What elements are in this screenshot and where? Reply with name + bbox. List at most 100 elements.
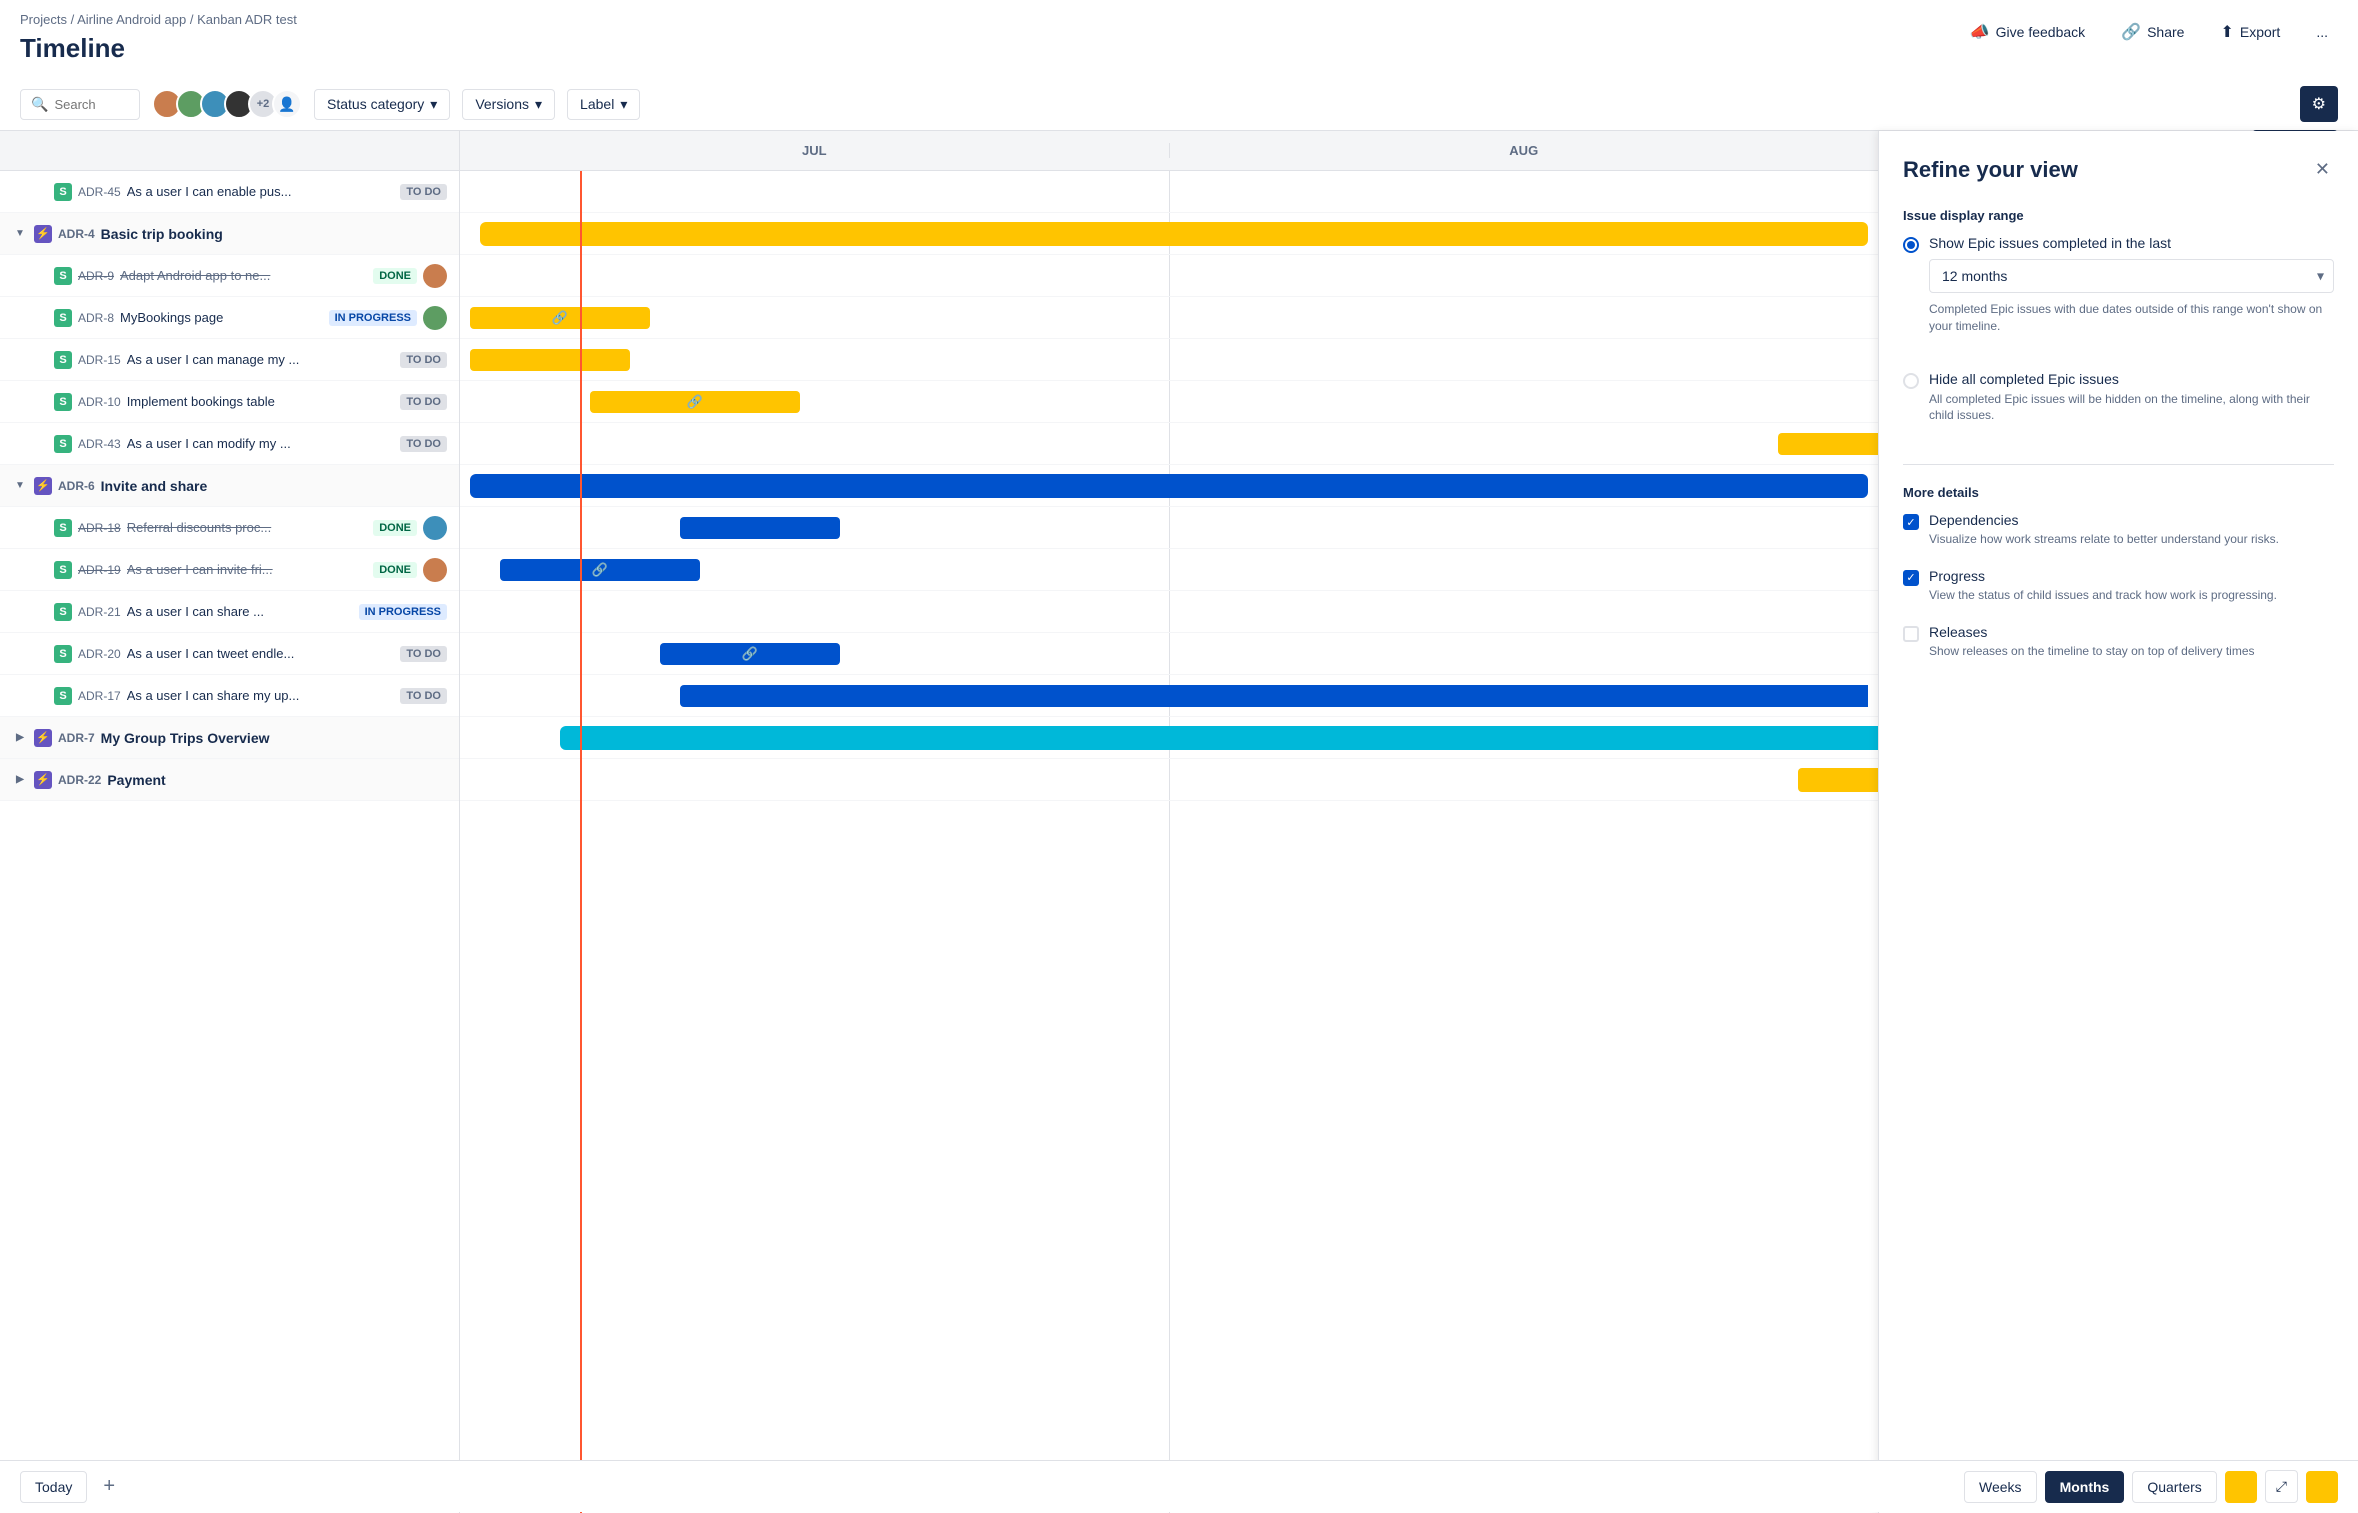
table-row[interactable]: ▶ ⚡ ADR-7 My Group Trips Overview bbox=[0, 717, 459, 759]
table-row[interactable]: ▶ S ADR-17 As a user I can share my up..… bbox=[0, 675, 459, 717]
breadcrumb-projects[interactable]: Projects bbox=[20, 12, 67, 27]
months-button[interactable]: Months bbox=[2045, 1471, 2125, 1503]
checkbox-progress-option[interactable]: ✓ Progress View the status of child issu… bbox=[1903, 568, 2334, 604]
table-row[interactable]: ▶ S ADR-45 As a user I can enable pus...… bbox=[0, 171, 459, 213]
radio-button-hide-epic[interactable] bbox=[1903, 373, 1919, 389]
status-badge: IN PROGRESS bbox=[329, 310, 417, 326]
gantt-row[interactable] bbox=[460, 213, 1878, 255]
checkbox-dependencies[interactable]: ✓ bbox=[1903, 514, 1919, 530]
table-row[interactable]: ▶ S ADR-19 As a user I can invite fri...… bbox=[0, 549, 459, 591]
radio-button-show-epic[interactable] bbox=[1903, 237, 1919, 253]
issue-name: Invite and share bbox=[101, 478, 447, 494]
story-icon: S bbox=[54, 183, 72, 201]
table-row[interactable]: ▶ S ADR-9 Adapt Android app to ne... DON… bbox=[0, 255, 459, 297]
radio-label-hide-epic: Hide all completed Epic issues bbox=[1929, 371, 2334, 387]
gantt-bar[interactable] bbox=[680, 517, 840, 539]
gantt-bar[interactable]: 🔗 bbox=[590, 391, 800, 413]
search-box[interactable]: 🔍 bbox=[20, 89, 140, 120]
story-icon: S bbox=[54, 519, 72, 537]
gantt-row[interactable] bbox=[460, 423, 1878, 465]
export-button[interactable]: ⬆ Export bbox=[2210, 16, 2290, 48]
gantt-row[interactable] bbox=[460, 591, 1878, 633]
expand-button[interactable]: ▼ bbox=[12, 478, 28, 494]
issue-id: ADR-4 bbox=[58, 227, 95, 241]
color-button[interactable] bbox=[2225, 1471, 2257, 1503]
gantt-bar[interactable] bbox=[1798, 768, 1878, 792]
other-color-button[interactable] bbox=[2306, 1471, 2338, 1503]
gantt-row[interactable] bbox=[460, 465, 1878, 507]
gantt-bar[interactable]: 🔗 bbox=[660, 643, 840, 665]
table-row[interactable]: ▶ S ADR-20 As a user I can tweet endle..… bbox=[0, 633, 459, 675]
gantt-row[interactable]: 🔗 bbox=[460, 297, 1878, 339]
breadcrumb-app[interactable]: Airline Android app bbox=[77, 12, 186, 27]
table-row[interactable]: ▶ S ADR-43 As a user I can modify my ...… bbox=[0, 423, 459, 465]
gantt-row[interactable] bbox=[460, 507, 1878, 549]
table-row[interactable]: ▼ ⚡ ADR-4 Basic trip booking bbox=[0, 213, 459, 255]
refine-close-button[interactable]: ✕ bbox=[2311, 155, 2334, 184]
issue-id: ADR-43 bbox=[78, 437, 121, 451]
today-button[interactable]: Today bbox=[20, 1471, 87, 1503]
gantt-row[interactable] bbox=[460, 171, 1878, 213]
bottom-bar: Today + Weeks Months Quarters ⤢ bbox=[0, 1460, 2358, 1512]
table-row[interactable]: ▶ S ADR-15 As a user I can manage my ...… bbox=[0, 339, 459, 381]
gantt-bar[interactable]: 🔗 bbox=[470, 307, 650, 329]
gantt-bar[interactable] bbox=[560, 726, 1878, 750]
status-category-filter[interactable]: Status category ▾ bbox=[314, 89, 450, 120]
table-row[interactable]: ▶ S ADR-8 MyBookings page IN PROGRESS bbox=[0, 297, 459, 339]
issue-list-header bbox=[0, 131, 459, 171]
gantt-row[interactable] bbox=[460, 675, 1878, 717]
gantt-row[interactable]: 🔗 bbox=[460, 633, 1878, 675]
issue-id: ADR-6 bbox=[58, 479, 95, 493]
status-badge: TO DO bbox=[400, 394, 447, 410]
gantt-bar[interactable]: 🔗 bbox=[500, 559, 700, 581]
table-row[interactable]: ▶ ⚡ ADR-22 Payment bbox=[0, 759, 459, 801]
main-area: ▶ S ADR-45 As a user I can enable pus...… bbox=[0, 131, 2358, 1513]
table-row[interactable]: ▶ S ADR-21 As a user I can share ... IN … bbox=[0, 591, 459, 633]
expand-button[interactable]: ▼ bbox=[12, 226, 28, 242]
add-button[interactable]: + bbox=[95, 1471, 123, 1502]
gantt-row[interactable] bbox=[460, 255, 1878, 297]
gantt-row[interactable] bbox=[460, 339, 1878, 381]
weeks-button[interactable]: Weeks bbox=[1964, 1471, 2037, 1503]
checkbox-releases[interactable] bbox=[1903, 626, 1919, 642]
gantt-row[interactable] bbox=[460, 759, 1878, 801]
status-badge: DONE bbox=[373, 562, 417, 578]
checkbox-releases-option[interactable]: Releases Show releases on the timeline t… bbox=[1903, 624, 2334, 660]
table-row[interactable]: ▼ ⚡ ADR-6 Invite and share bbox=[0, 465, 459, 507]
radio-hide-epic-option[interactable]: Hide all completed Epic issues All compl… bbox=[1903, 371, 2334, 445]
gantt-row[interactable]: 🔗 bbox=[460, 549, 1878, 591]
avatar-add-button[interactable]: 👤 bbox=[272, 89, 302, 119]
gantt-bar[interactable] bbox=[480, 222, 1868, 246]
view-settings-button[interactable]: ⚙ View settings bbox=[2300, 86, 2338, 122]
gantt-row[interactable] bbox=[460, 717, 1878, 759]
divider bbox=[1903, 464, 2334, 465]
give-feedback-button[interactable]: 📣 Give feedback bbox=[1960, 16, 2095, 48]
gantt-bar[interactable] bbox=[470, 349, 630, 371]
search-input[interactable] bbox=[54, 97, 124, 112]
versions-filter[interactable]: Versions ▾ bbox=[462, 89, 555, 120]
avatar bbox=[423, 516, 447, 540]
more-button[interactable]: ... bbox=[2306, 18, 2338, 46]
gantt-bar[interactable] bbox=[1778, 433, 1878, 455]
checkbox-progress[interactable]: ✓ bbox=[1903, 570, 1919, 586]
issue-name: As a user I can enable pus... bbox=[127, 184, 395, 199]
radio-show-epic-option[interactable]: Show Epic issues completed in the last 3… bbox=[1903, 235, 2334, 355]
table-row[interactable]: ▶ S ADR-10 Implement bookings table TO D… bbox=[0, 381, 459, 423]
expand-button[interactable]: ▶ bbox=[12, 772, 28, 788]
issue-id: ADR-15 bbox=[78, 353, 121, 367]
gantt-bar[interactable] bbox=[470, 474, 1868, 498]
quarters-button[interactable]: Quarters bbox=[2132, 1471, 2216, 1503]
months-select[interactable]: 3 months 6 months 12 months 24 months bbox=[1929, 259, 2334, 293]
story-icon: S bbox=[54, 309, 72, 327]
gantt-row[interactable]: 🔗 bbox=[460, 381, 1878, 423]
expand-fullscreen-button[interactable]: ⤢ bbox=[2265, 1470, 2298, 1503]
settings-icon: ⚙ bbox=[2312, 94, 2326, 114]
expand-button[interactable]: ▶ bbox=[12, 730, 28, 746]
checkbox-dependencies-option[interactable]: ✓ Dependencies Visualize how work stream… bbox=[1903, 512, 2334, 548]
issue-name: As a user I can invite fri... bbox=[127, 562, 368, 577]
table-row[interactable]: ▶ S ADR-18 Referral discounts proc... DO… bbox=[0, 507, 459, 549]
gantt-bar[interactable] bbox=[680, 685, 1868, 707]
share-button[interactable]: 🔗 Share bbox=[2111, 16, 2194, 48]
label-filter[interactable]: Label ▾ bbox=[567, 89, 640, 120]
breadcrumb-board[interactable]: Kanban ADR test bbox=[197, 12, 297, 27]
